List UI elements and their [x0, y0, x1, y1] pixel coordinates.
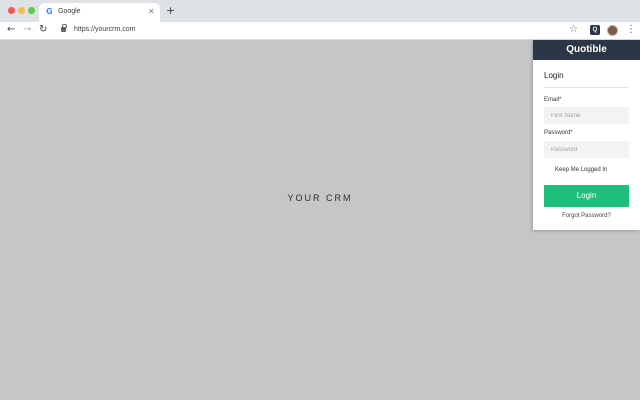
- divider: [544, 87, 629, 88]
- popup-brand-header: Quotible: [533, 40, 640, 60]
- maximize-window-button[interactable]: [28, 7, 35, 14]
- quotible-extension-icon[interactable]: Q: [590, 25, 600, 35]
- login-popup: Quotible Login Email* Password* Keep Me …: [533, 40, 640, 230]
- tab-close-icon[interactable]: ×: [149, 6, 154, 16]
- profile-avatar[interactable]: [607, 25, 618, 36]
- login-title: Login: [544, 71, 564, 80]
- forward-arrow-icon[interactable]: →: [23, 24, 31, 35]
- new-tab-button[interactable]: +: [166, 4, 175, 17]
- keep-logged-in-checkbox[interactable]: Keep Me Logged In: [555, 167, 607, 173]
- tab-strip: G Google × +: [0, 0, 640, 22]
- google-favicon-icon: G: [46, 7, 53, 16]
- tab-title: Google: [58, 8, 81, 15]
- address-bar[interactable]: https://yourcrm.com: [74, 26, 135, 33]
- back-arrow-icon[interactable]: ←: [7, 24, 15, 35]
- lock-icon[interactable]: [61, 24, 67, 32]
- login-button[interactable]: Login: [544, 185, 629, 207]
- bookmark-star-icon[interactable]: ☆: [569, 24, 578, 35]
- password-field[interactable]: [544, 141, 629, 158]
- browser-menu-icon[interactable]: ⋮: [626, 24, 636, 35]
- email-field[interactable]: [544, 107, 629, 124]
- password-label: Password*: [544, 130, 573, 136]
- reload-icon[interactable]: ↻: [39, 24, 47, 35]
- browser-toolbar: ← → ↻ https://yourcrm.com ☆ Q ⋮: [0, 22, 640, 40]
- email-label: Email*: [544, 97, 562, 103]
- minimize-window-button[interactable]: [18, 7, 25, 14]
- browser-tab[interactable]: G Google ×: [39, 3, 160, 22]
- forgot-password-link[interactable]: Forgot Password?: [533, 213, 640, 219]
- close-window-button[interactable]: [8, 7, 15, 14]
